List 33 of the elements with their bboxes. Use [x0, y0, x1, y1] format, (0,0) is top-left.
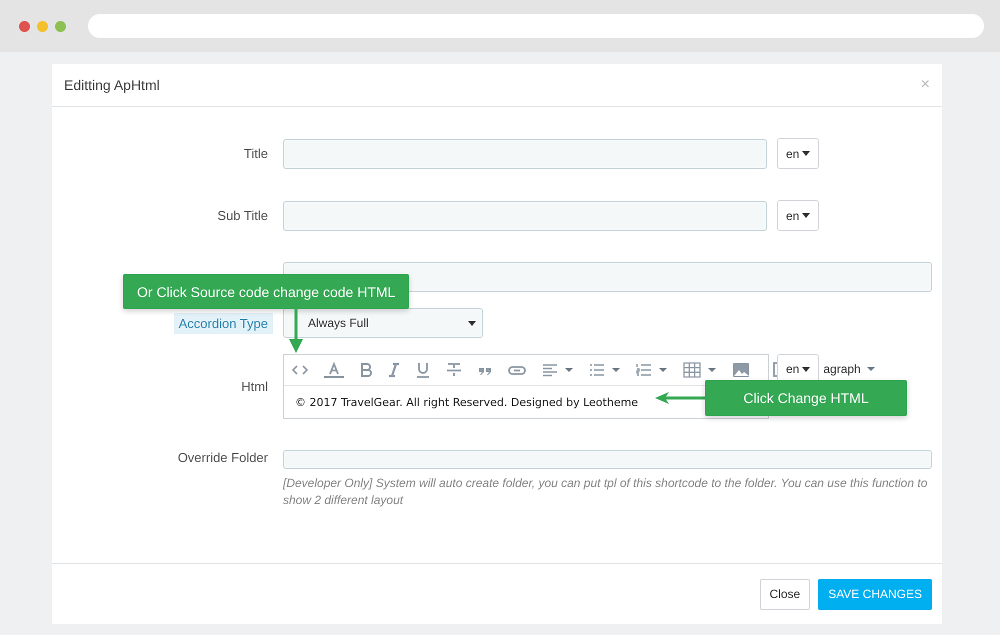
bullet-list-icon[interactable] [589, 362, 605, 378]
numbered-list-icon[interactable] [636, 362, 652, 378]
bold-icon[interactable] [360, 362, 372, 378]
field-label: Title [242, 145, 269, 163]
tooltip-arrow-icon [655, 391, 705, 405]
window-maximize-dot[interactable] [55, 20, 66, 32]
table-icon[interactable] [683, 362, 701, 378]
editor-content: © 2017 TravelGear. All right Reserved. Designed by Leotheme [295, 396, 638, 408]
field-label: Html [240, 378, 269, 396]
text-field[interactable] [283, 138, 767, 168]
field-label: Override Folder [176, 449, 269, 467]
select-dropdown[interactable]: Always Full [283, 308, 483, 338]
window-minimize-dot[interactable] [37, 20, 48, 32]
font-color-icon[interactable] [324, 362, 344, 378]
close-button[interactable]: Close [760, 578, 810, 610]
format-dropdown[interactable]: agraph [823, 362, 861, 376]
language-dropdown[interactable]: en [777, 138, 820, 169]
underline-icon[interactable] [416, 362, 430, 378]
italic-icon[interactable] [388, 362, 400, 378]
tooltip-arrow-icon [288, 309, 304, 353]
callout-tooltip: Or Click Source code change code HTML [123, 274, 410, 309]
image-icon[interactable] [732, 362, 750, 378]
language-dropdown[interactable]: en [777, 200, 820, 231]
window-close-dot[interactable] [19, 20, 30, 32]
callout-tooltip: Click Change HTML [705, 380, 907, 416]
strikethrough-icon[interactable] [446, 362, 462, 378]
field-label: Sub Title [216, 207, 269, 225]
help-text: [Developer Only] System will auto create folder, you can put tpl of this shortcode to the folder. You can use this function to show 2 different layout [283, 475, 928, 509]
align-left-icon[interactable] [542, 362, 558, 378]
text-field[interactable] [283, 450, 932, 469]
text-field[interactable] [283, 200, 767, 230]
field-label: Accordion Type [174, 312, 273, 334]
modal-title: Editting ApHtml [64, 77, 160, 93]
